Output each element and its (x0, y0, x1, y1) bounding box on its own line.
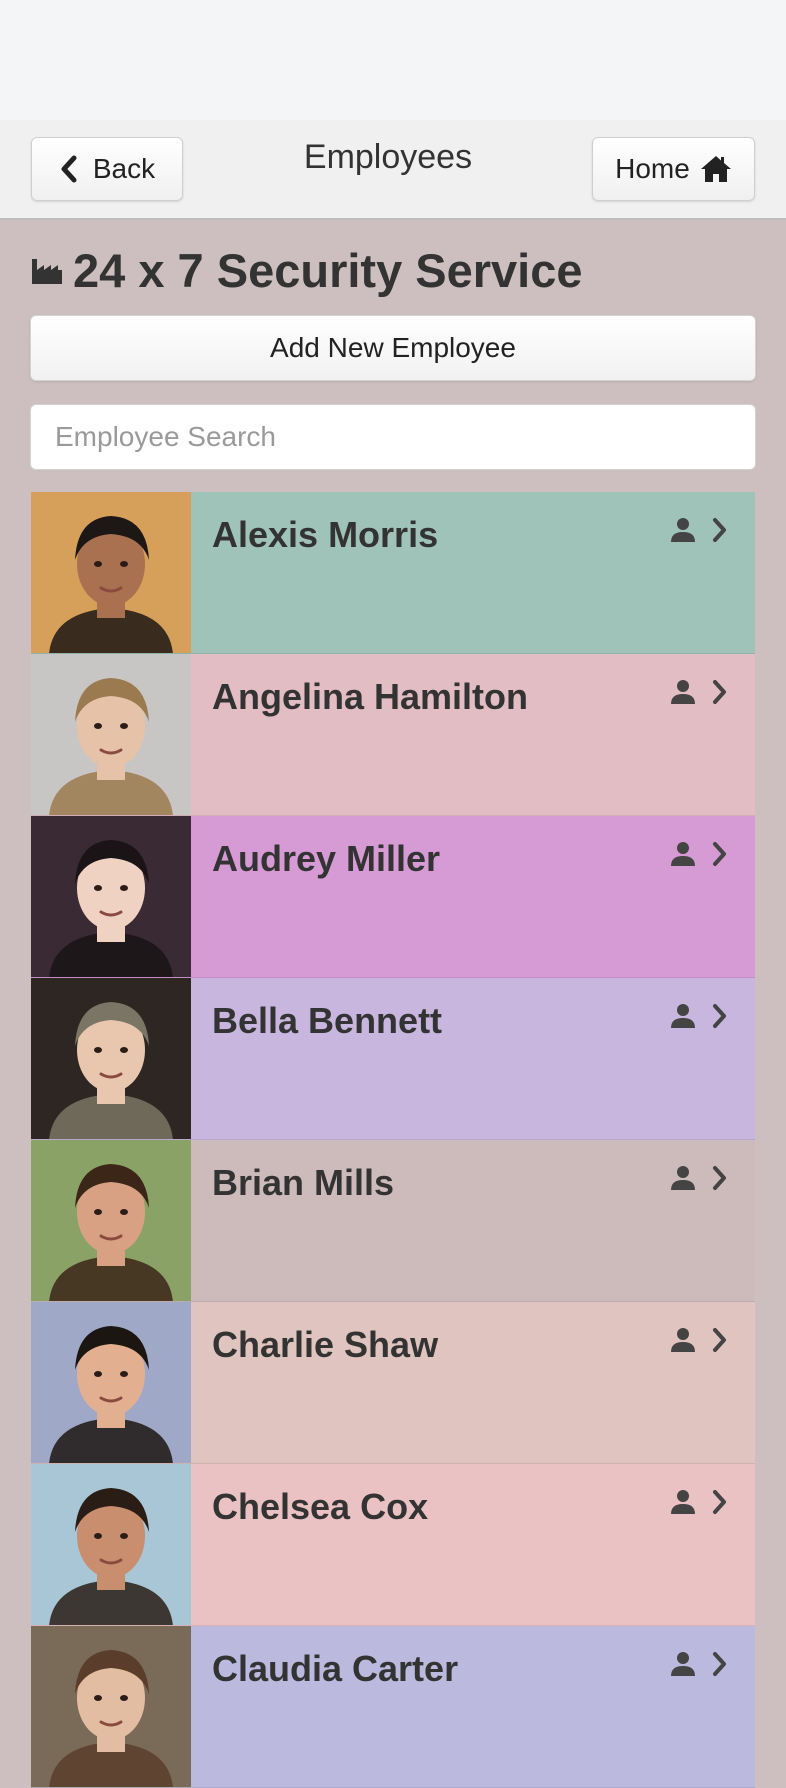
company-name: 24 x 7 Security Service (73, 243, 583, 297)
employee-row[interactable]: Angelina Hamilton (31, 654, 755, 816)
back-label: Back (92, 153, 156, 184)
employee-name: Brian Mills (212, 1162, 395, 1203)
navbar: Back Employees Home (0, 120, 786, 220)
person-icon (671, 1004, 695, 1028)
employee-name: Chelsea Cox (212, 1486, 429, 1527)
factory-icon (32, 259, 62, 284)
person-icon (671, 1652, 695, 1676)
employee-list: Alexis Morris Angelina Hamilton Audrey M… (31, 492, 755, 1788)
person-icon (671, 1328, 695, 1352)
employee-row[interactable]: Brian Mills (31, 1140, 755, 1302)
employee-photo (31, 978, 191, 1139)
employee-row[interactable]: Charlie Shaw (31, 1302, 755, 1464)
company-heading: 24 x 7 Security Service (31, 240, 771, 300)
page-title: Employees (303, 138, 473, 176)
employee-photo (31, 1464, 191, 1625)
chevron-right-icon (713, 680, 726, 704)
employee-photo (31, 1140, 191, 1301)
chevron-right-icon (713, 1490, 726, 1514)
chevron-right-icon (713, 518, 726, 542)
employee-row[interactable]: Claudia Carter (31, 1626, 755, 1788)
employee-photo (31, 654, 191, 815)
employee-photo (31, 1302, 191, 1463)
add-employee-button[interactable]: Add New Employee (30, 315, 756, 381)
employee-name: Claudia Carter (212, 1648, 459, 1689)
employee-row[interactable]: Bella Bennett (31, 978, 755, 1140)
employee-row[interactable]: Alexis Morris (31, 492, 755, 654)
chevron-right-icon (713, 1166, 726, 1190)
employee-row[interactable]: Audrey Miller (31, 816, 755, 978)
person-icon (671, 680, 695, 704)
person-icon (671, 518, 695, 542)
back-button[interactable]: Back (31, 137, 183, 201)
person-icon (671, 842, 695, 866)
person-icon (671, 1490, 695, 1514)
employee-photo (31, 492, 191, 653)
employee-search-input[interactable] (30, 404, 756, 470)
chevron-left-icon (61, 155, 77, 183)
employee-photo (31, 816, 191, 977)
chevron-right-icon (713, 1004, 726, 1028)
employee-row[interactable]: Chelsea Cox (31, 1464, 755, 1626)
chevron-right-icon (713, 842, 726, 866)
employee-name: Charlie Shaw (212, 1324, 439, 1365)
chevron-right-icon (713, 1652, 726, 1676)
person-icon (671, 1166, 695, 1190)
chevron-right-icon (713, 1328, 726, 1352)
status-bar-area (0, 0, 786, 120)
home-label: Home (615, 153, 690, 184)
home-button[interactable]: Home (592, 137, 755, 201)
employee-name: Audrey Miller (212, 838, 441, 879)
employee-name: Bella Bennett (212, 1000, 443, 1041)
home-icon (700, 156, 731, 182)
employee-photo (31, 1626, 191, 1787)
employee-name: Angelina Hamilton (212, 676, 529, 717)
employee-name: Alexis Morris (212, 514, 439, 555)
